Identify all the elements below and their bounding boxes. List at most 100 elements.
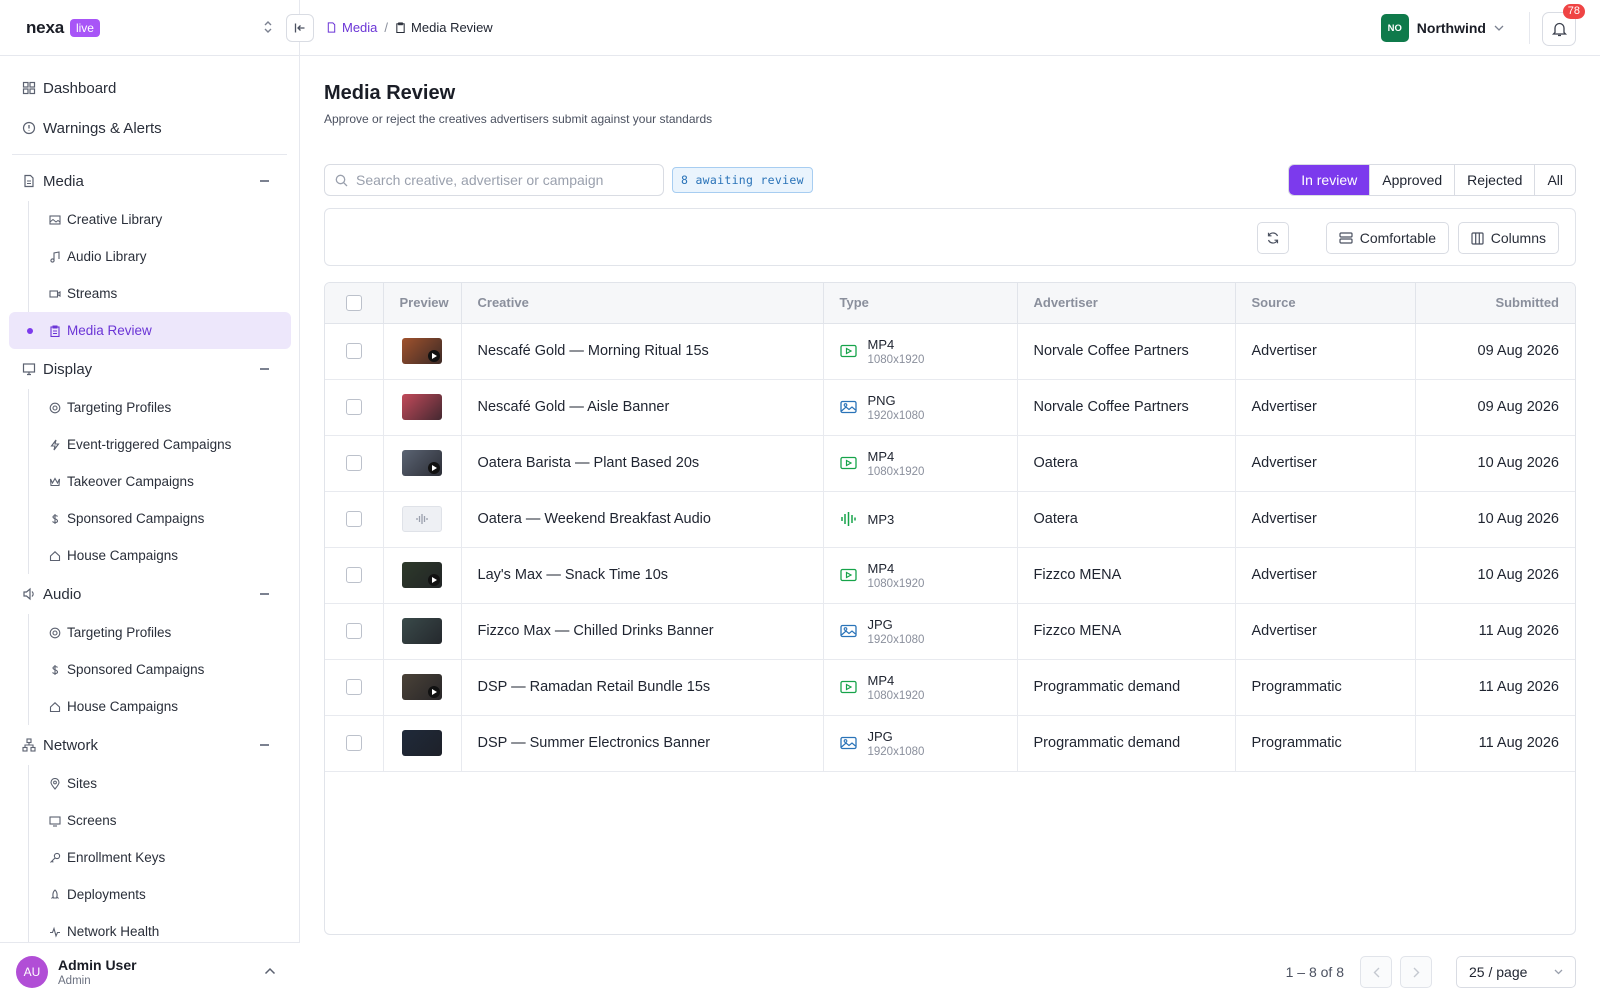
creative-name[interactable]: Nescafé Gold — Morning Ritual 15s	[460, 323, 823, 380]
table-row[interactable]: DSP — Ramadan Retail Bundle 15s MP4 1080…	[325, 659, 1575, 716]
sidebar-item-event-triggered-campaigns[interactable]: Event-triggered Campaigns	[29, 426, 291, 463]
density-button[interactable]: Comfortable	[1325, 222, 1449, 254]
sidebar-group-display[interactable]: Display	[8, 349, 291, 389]
sidebar-item-sponsored-campaigns[interactable]: Sponsored Campaigns	[29, 500, 291, 537]
collapse-icon[interactable]	[260, 180, 269, 182]
sidebar-item-creative-library[interactable]: Creative Library	[29, 201, 291, 238]
sidebar-item-media-review[interactable]: Media Review	[9, 312, 291, 349]
sidebar-item-audio-targeting-profiles[interactable]: Targeting Profiles	[29, 614, 291, 651]
preview-thumbnail[interactable]	[402, 562, 442, 588]
column-header-source[interactable]: Source	[1234, 283, 1415, 324]
column-header-preview[interactable]: Preview	[382, 283, 461, 324]
chevron-up-icon[interactable]	[264, 967, 276, 975]
tab-in-review[interactable]: In review	[1289, 165, 1370, 195]
search-box[interactable]	[324, 164, 664, 196]
sidebar-item-dashboard[interactable]: Dashboard	[8, 68, 291, 108]
table-row[interactable]: Oatera Barista — Plant Based 20s MP4 108…	[325, 435, 1575, 492]
row-checkbox[interactable]	[345, 735, 362, 751]
column-header-creative[interactable]: Creative	[460, 283, 823, 324]
type-cell: JPG 1920x1080	[822, 715, 1017, 772]
sidebar-item-takeover-campaigns[interactable]: Takeover Campaigns	[29, 463, 291, 500]
sidebar-item-audio-library[interactable]: Audio Library	[29, 238, 291, 275]
row-checkbox[interactable]	[345, 399, 362, 415]
sidebar-group-network[interactable]: Network	[8, 725, 291, 765]
source-cell: Advertiser	[1234, 491, 1415, 548]
table-row[interactable]: Fizzco Max — Chilled Drinks Banner JPG 1…	[325, 603, 1575, 660]
notifications-button[interactable]: 78	[1542, 4, 1585, 46]
row-checkbox[interactable]	[345, 455, 362, 471]
sidebar-item-network-health[interactable]: Network Health	[29, 913, 291, 942]
row-checkbox[interactable]	[345, 511, 362, 527]
sidebar-item-audio-sponsored-campaigns[interactable]: Sponsored Campaigns	[29, 651, 291, 688]
sidebar-item-screens[interactable]: Screens	[29, 802, 291, 839]
collapse-icon[interactable]	[260, 593, 269, 595]
breadcrumb-link[interactable]: Media	[342, 20, 377, 35]
preview-thumbnail[interactable]	[402, 674, 442, 700]
table-row[interactable]: Nescafé Gold — Aisle Banner PNG 1920x108…	[325, 379, 1575, 436]
sidebar-item-audio-house-campaigns[interactable]: House Campaigns	[29, 688, 291, 725]
creative-name[interactable]: DSP — Summer Electronics Banner	[460, 715, 823, 772]
row-checkbox[interactable]	[345, 623, 362, 639]
collapse-icon[interactable]	[260, 368, 269, 370]
topbar: Media / Media Review NO Northwind 78	[286, 0, 1600, 56]
sidebar-item-house-campaigns[interactable]: House Campaigns	[29, 537, 291, 574]
columns-button[interactable]: Columns	[1457, 222, 1559, 254]
row-checkbox[interactable]	[345, 567, 362, 583]
refresh-button[interactable]	[1257, 222, 1289, 254]
user-menu[interactable]: AU Admin User Admin	[0, 942, 300, 1000]
column-header-submitted[interactable]: Submitted	[1414, 283, 1575, 324]
preview-thumbnail[interactable]	[402, 618, 442, 644]
org-switcher[interactable]: NO Northwind	[1380, 14, 1504, 42]
preview-thumbnail[interactable]	[402, 394, 442, 420]
creative-name[interactable]: DSP — Ramadan Retail Bundle 15s	[460, 659, 823, 716]
table-toolbar: Comfortable Columns	[324, 208, 1576, 266]
preview-thumbnail[interactable]	[402, 730, 442, 756]
music-note-icon	[49, 250, 61, 263]
columns-label: Columns	[1490, 230, 1546, 246]
column-header-advertiser[interactable]: Advertiser	[1016, 283, 1235, 324]
table-row[interactable]: Nescafé Gold — Morning Ritual 15s MP4 10…	[325, 323, 1575, 380]
table-row[interactable]: Lay's Max — Snack Time 10s MP4 1080x1920…	[325, 547, 1575, 604]
table-row[interactable]: DSP — Summer Electronics Banner JPG 1920…	[325, 715, 1575, 772]
creative-name[interactable]: Oatera Barista — Plant Based 20s	[460, 435, 823, 492]
workspace-switch-icon[interactable]	[263, 20, 273, 34]
collapse-icon[interactable]	[260, 744, 269, 746]
prev-page-button[interactable]	[1360, 956, 1392, 988]
row-checkbox[interactable]	[345, 343, 362, 359]
sidebar-item-streams[interactable]: Streams	[29, 275, 291, 312]
creative-name[interactable]: Oatera — Weekend Breakfast Audio	[460, 491, 823, 548]
chevron-down-icon	[1494, 25, 1504, 31]
page-size-select[interactable]: 25 / page	[1456, 956, 1576, 988]
preview-thumbnail[interactable]	[402, 450, 442, 476]
sidebar-item-targeting-profiles[interactable]: Targeting Profiles	[29, 389, 291, 426]
tab-all[interactable]: All	[1534, 165, 1575, 195]
search-input[interactable]	[356, 172, 646, 188]
creative-name[interactable]: Nescafé Gold — Aisle Banner	[460, 379, 823, 436]
sidebar-group-audio[interactable]: Audio	[8, 574, 291, 614]
sidebar-item-deployments[interactable]: Deployments	[29, 876, 291, 913]
type-cell: MP3	[822, 491, 1017, 548]
select-all-checkbox[interactable]	[345, 294, 362, 311]
sidebar-item-sites[interactable]: Sites	[29, 765, 291, 802]
next-page-button[interactable]	[1400, 956, 1432, 988]
row-checkbox[interactable]	[345, 679, 362, 695]
sidebar-item-enrollment-keys[interactable]: Enrollment Keys	[29, 839, 291, 876]
sidebar-group-media[interactable]: Media	[8, 161, 291, 201]
breadcrumb-media[interactable]: Media	[326, 20, 377, 35]
sidebar-item-label: House Campaigns	[67, 699, 179, 714]
column-header-type[interactable]: Type	[822, 283, 1017, 324]
sidebar-group-items: Sites Screens Enrollment Keys Deployment…	[28, 765, 291, 942]
sidebar-item-warnings[interactable]: Warnings & Alerts	[8, 108, 291, 148]
preview-thumbnail[interactable]	[402, 338, 442, 364]
tab-rejected[interactable]: Rejected	[1454, 165, 1535, 195]
tab-approved[interactable]: Approved	[1369, 165, 1455, 195]
creative-name[interactable]: Fizzco Max — Chilled Drinks Banner	[460, 603, 823, 660]
source-cell: Advertiser	[1234, 323, 1415, 380]
preview-cell	[382, 659, 461, 716]
sidebar-group-items: Targeting Profiles Event-triggered Campa…	[28, 389, 291, 574]
creative-name[interactable]: Lay's Max — Snack Time 10s	[460, 547, 823, 604]
preview-thumbnail[interactable]	[402, 506, 442, 532]
collapse-sidebar-button[interactable]	[286, 14, 314, 42]
pagination: 1 – 8 of 8 25 / page	[1286, 956, 1576, 988]
table-row[interactable]: Oatera — Weekend Breakfast Audio MP3 Oat…	[325, 491, 1575, 548]
